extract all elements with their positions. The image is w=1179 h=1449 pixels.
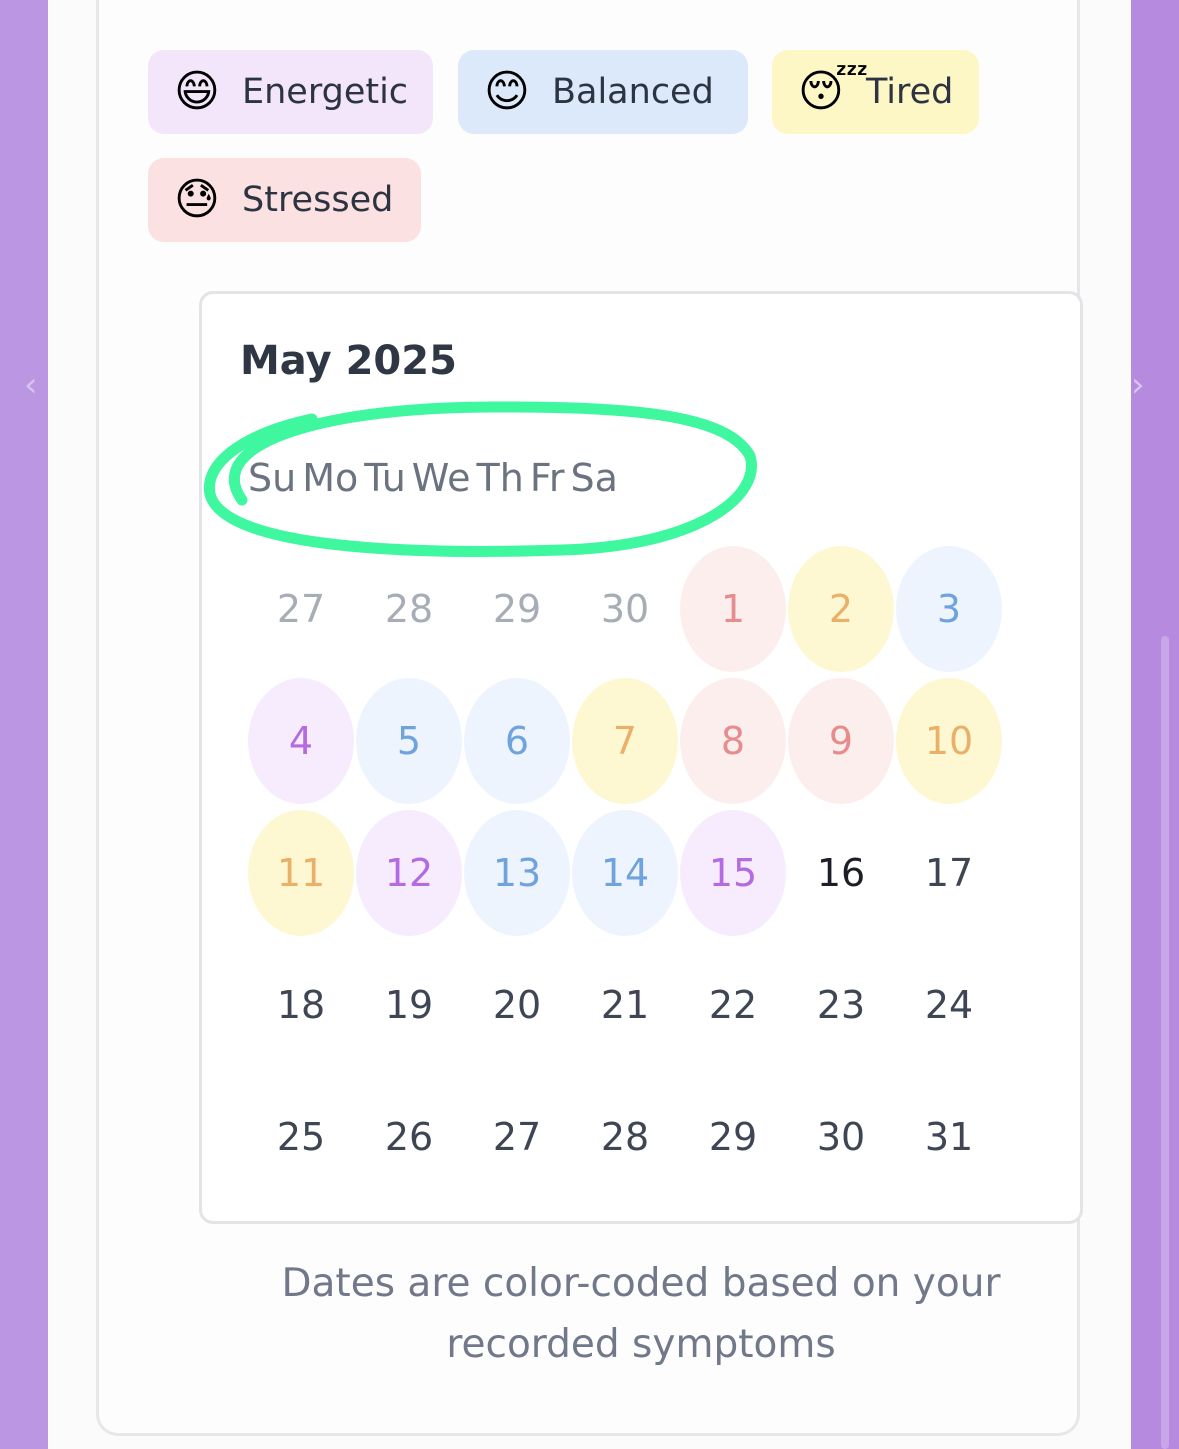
calendar-day[interactable]: 28 [572, 1074, 678, 1200]
calendar-day[interactable]: 29 [680, 1074, 786, 1200]
weekday-label: Sa [570, 456, 618, 500]
calendar-day[interactable]: 27 [248, 546, 354, 672]
weekday-label: We [411, 456, 471, 500]
calendar-day[interactable]: 16 [788, 810, 894, 936]
calendar-day[interactable]: 25 [248, 1074, 354, 1200]
calendar-day[interactable]: 2 [788, 546, 894, 672]
mood-chip-label: Tired [866, 72, 954, 112]
mood-chip-stressed[interactable]: 😓 Stressed [148, 158, 421, 242]
mood-chip-label: Stressed [242, 180, 394, 220]
calendar-day[interactable]: 7 [572, 678, 678, 804]
calendar-day[interactable]: 27 [464, 1074, 570, 1200]
calendar-legend-caption: Dates are color-coded based on your reco… [281, 1261, 1001, 1367]
calendar-day[interactable]: 15 [680, 810, 786, 936]
weekday-label: Th [476, 456, 524, 500]
calendar-day[interactable]: 14 [572, 810, 678, 936]
sweat-face-icon: 😓 [174, 174, 220, 225]
scrollbar[interactable] [1161, 636, 1169, 1449]
calendar-day[interactable]: 3 [896, 546, 1002, 672]
calendar-day[interactable]: 4 [248, 678, 354, 804]
calendar-day[interactable]: 6 [464, 678, 570, 804]
calendar-day[interactable]: 12 [356, 810, 462, 936]
weekday-header: Su Mo Tu We Th Fr Sa [248, 456, 618, 500]
calendar-day[interactable]: 1 [680, 546, 786, 672]
weekday-label: Su [248, 456, 297, 500]
calendar-month-title: May 2025 [240, 338, 457, 384]
background-right [1131, 0, 1179, 1449]
calendar-day[interactable]: 31 [896, 1074, 1002, 1200]
calendar-day[interactable]: 17 [896, 810, 1002, 936]
calendar-day[interactable]: 28 [356, 546, 462, 672]
smiling-face-icon: 😊 [484, 66, 530, 117]
mood-calendar-card: 😄 Energetic 😊 Balanced 😴 Tired 😓 Stresse… [96, 0, 1083, 1436]
weekday-label: Fr [529, 456, 565, 500]
mood-chip-balanced[interactable]: 😊 Balanced [458, 50, 748, 134]
mood-chip-tired[interactable]: 😴 Tired [772, 50, 979, 134]
calendar-day[interactable]: 19 [356, 942, 462, 1068]
calendar-day[interactable]: 10 [896, 678, 1002, 804]
page: 😄 Energetic 😊 Balanced 😴 Tired 😓 Stresse… [48, 0, 1131, 1449]
calendar-day[interactable]: 11 [248, 810, 354, 936]
mood-chip-label: Balanced [552, 72, 714, 112]
calendar-day[interactable]: 5 [356, 678, 462, 804]
grinning-face-icon: 😄 [174, 66, 220, 117]
calendar-day[interactable]: 26 [356, 1074, 462, 1200]
weekday-label: Mo [302, 456, 359, 500]
calendar: May 2025 Su Mo Tu We Th Fr Sa 27 28 29 30 1 2… [199, 291, 1083, 1224]
mood-chip-energetic[interactable]: 😄 Energetic [148, 50, 433, 134]
weekday-label: Tu [364, 456, 406, 500]
chevron-right-icon[interactable]: › [1131, 368, 1145, 402]
calendar-day[interactable]: 29 [464, 546, 570, 672]
calendar-day[interactable]: 24 [896, 942, 1002, 1068]
calendar-day[interactable]: 18 [248, 942, 354, 1068]
calendar-day[interactable]: 23 [788, 942, 894, 1068]
calendar-day[interactable]: 21 [572, 942, 678, 1068]
mood-chip-label: Energetic [242, 72, 409, 112]
background-left [0, 0, 48, 1449]
calendar-day[interactable]: 9 [788, 678, 894, 804]
calendar-day[interactable]: 30 [572, 546, 678, 672]
chevron-left-icon[interactable]: ‹ [24, 368, 38, 402]
calendar-day[interactable]: 13 [464, 810, 570, 936]
calendar-day[interactable]: 30 [788, 1074, 894, 1200]
calendar-day[interactable]: 20 [464, 942, 570, 1068]
calendar-day[interactable]: 8 [680, 678, 786, 804]
sleeping-face-icon: 😴 [798, 66, 869, 117]
calendar-day[interactable]: 22 [680, 942, 786, 1068]
